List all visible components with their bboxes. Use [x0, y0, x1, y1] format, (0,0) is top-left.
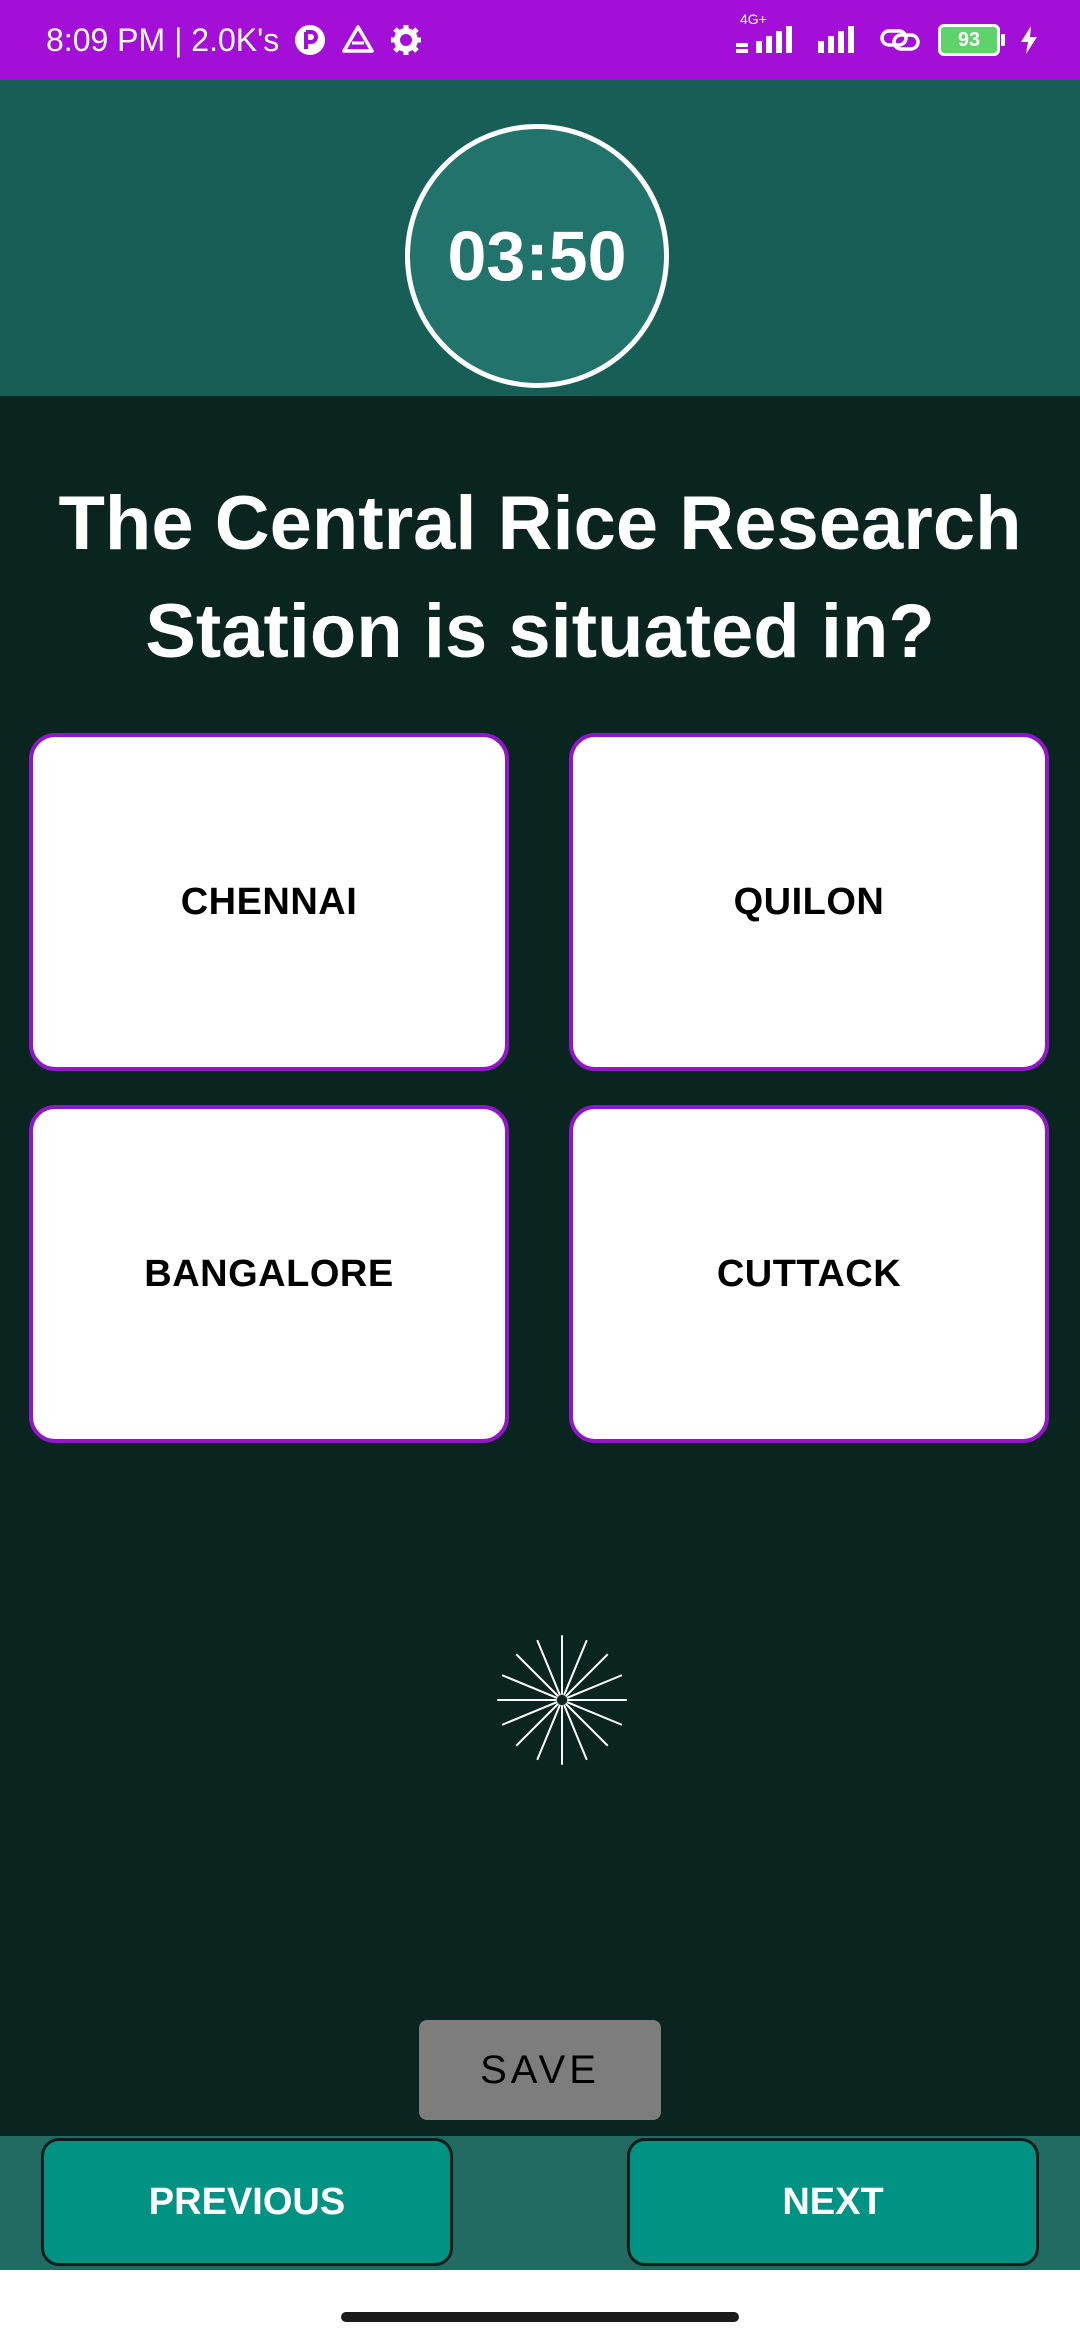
- network-type-label: 4G+: [740, 11, 767, 27]
- status-time: 8:09 PM | 2.0K's: [46, 21, 280, 58]
- charging-icon: [1018, 25, 1040, 55]
- status-bar: 8:09 PM | 2.0K's 4G+ 93: [0, 0, 1080, 80]
- notification-p-icon: [293, 23, 327, 57]
- option-d-button[interactable]: CUTTACK: [569, 1105, 1049, 1443]
- settings-gear-icon: [389, 23, 423, 57]
- battery-icon: 93: [938, 24, 1005, 56]
- question-text: The Central Rice Research Station is sit…: [58, 481, 1022, 674]
- signal-4g-icon: 4G+: [736, 11, 800, 55]
- battery-level: 93: [957, 28, 981, 51]
- option-b-button[interactable]: QUILON: [569, 733, 1049, 1071]
- option-c-button[interactable]: BANGALORE: [29, 1105, 509, 1443]
- loading-spinner-icon: [497, 1635, 627, 1765]
- countdown-timer: 03:50: [405, 124, 669, 388]
- home-indicator[interactable]: [341, 2312, 739, 2322]
- save-button[interactable]: SAVE: [419, 2020, 661, 2120]
- drive-icon: [341, 23, 375, 57]
- next-button[interactable]: NEXT: [627, 2138, 1039, 2266]
- option-a-button[interactable]: CHENNAI: [29, 733, 509, 1071]
- system-navigation-strip: [0, 2270, 1080, 2340]
- previous-button[interactable]: PREVIOUS: [41, 2138, 453, 2266]
- status-right: 4G+ 93: [736, 11, 1040, 56]
- status-left: 8:09 PM | 2.0K's: [46, 22, 423, 59]
- link-icon: [880, 25, 920, 55]
- timer-header: 03:50: [0, 80, 1080, 396]
- signal-icon: [818, 25, 862, 55]
